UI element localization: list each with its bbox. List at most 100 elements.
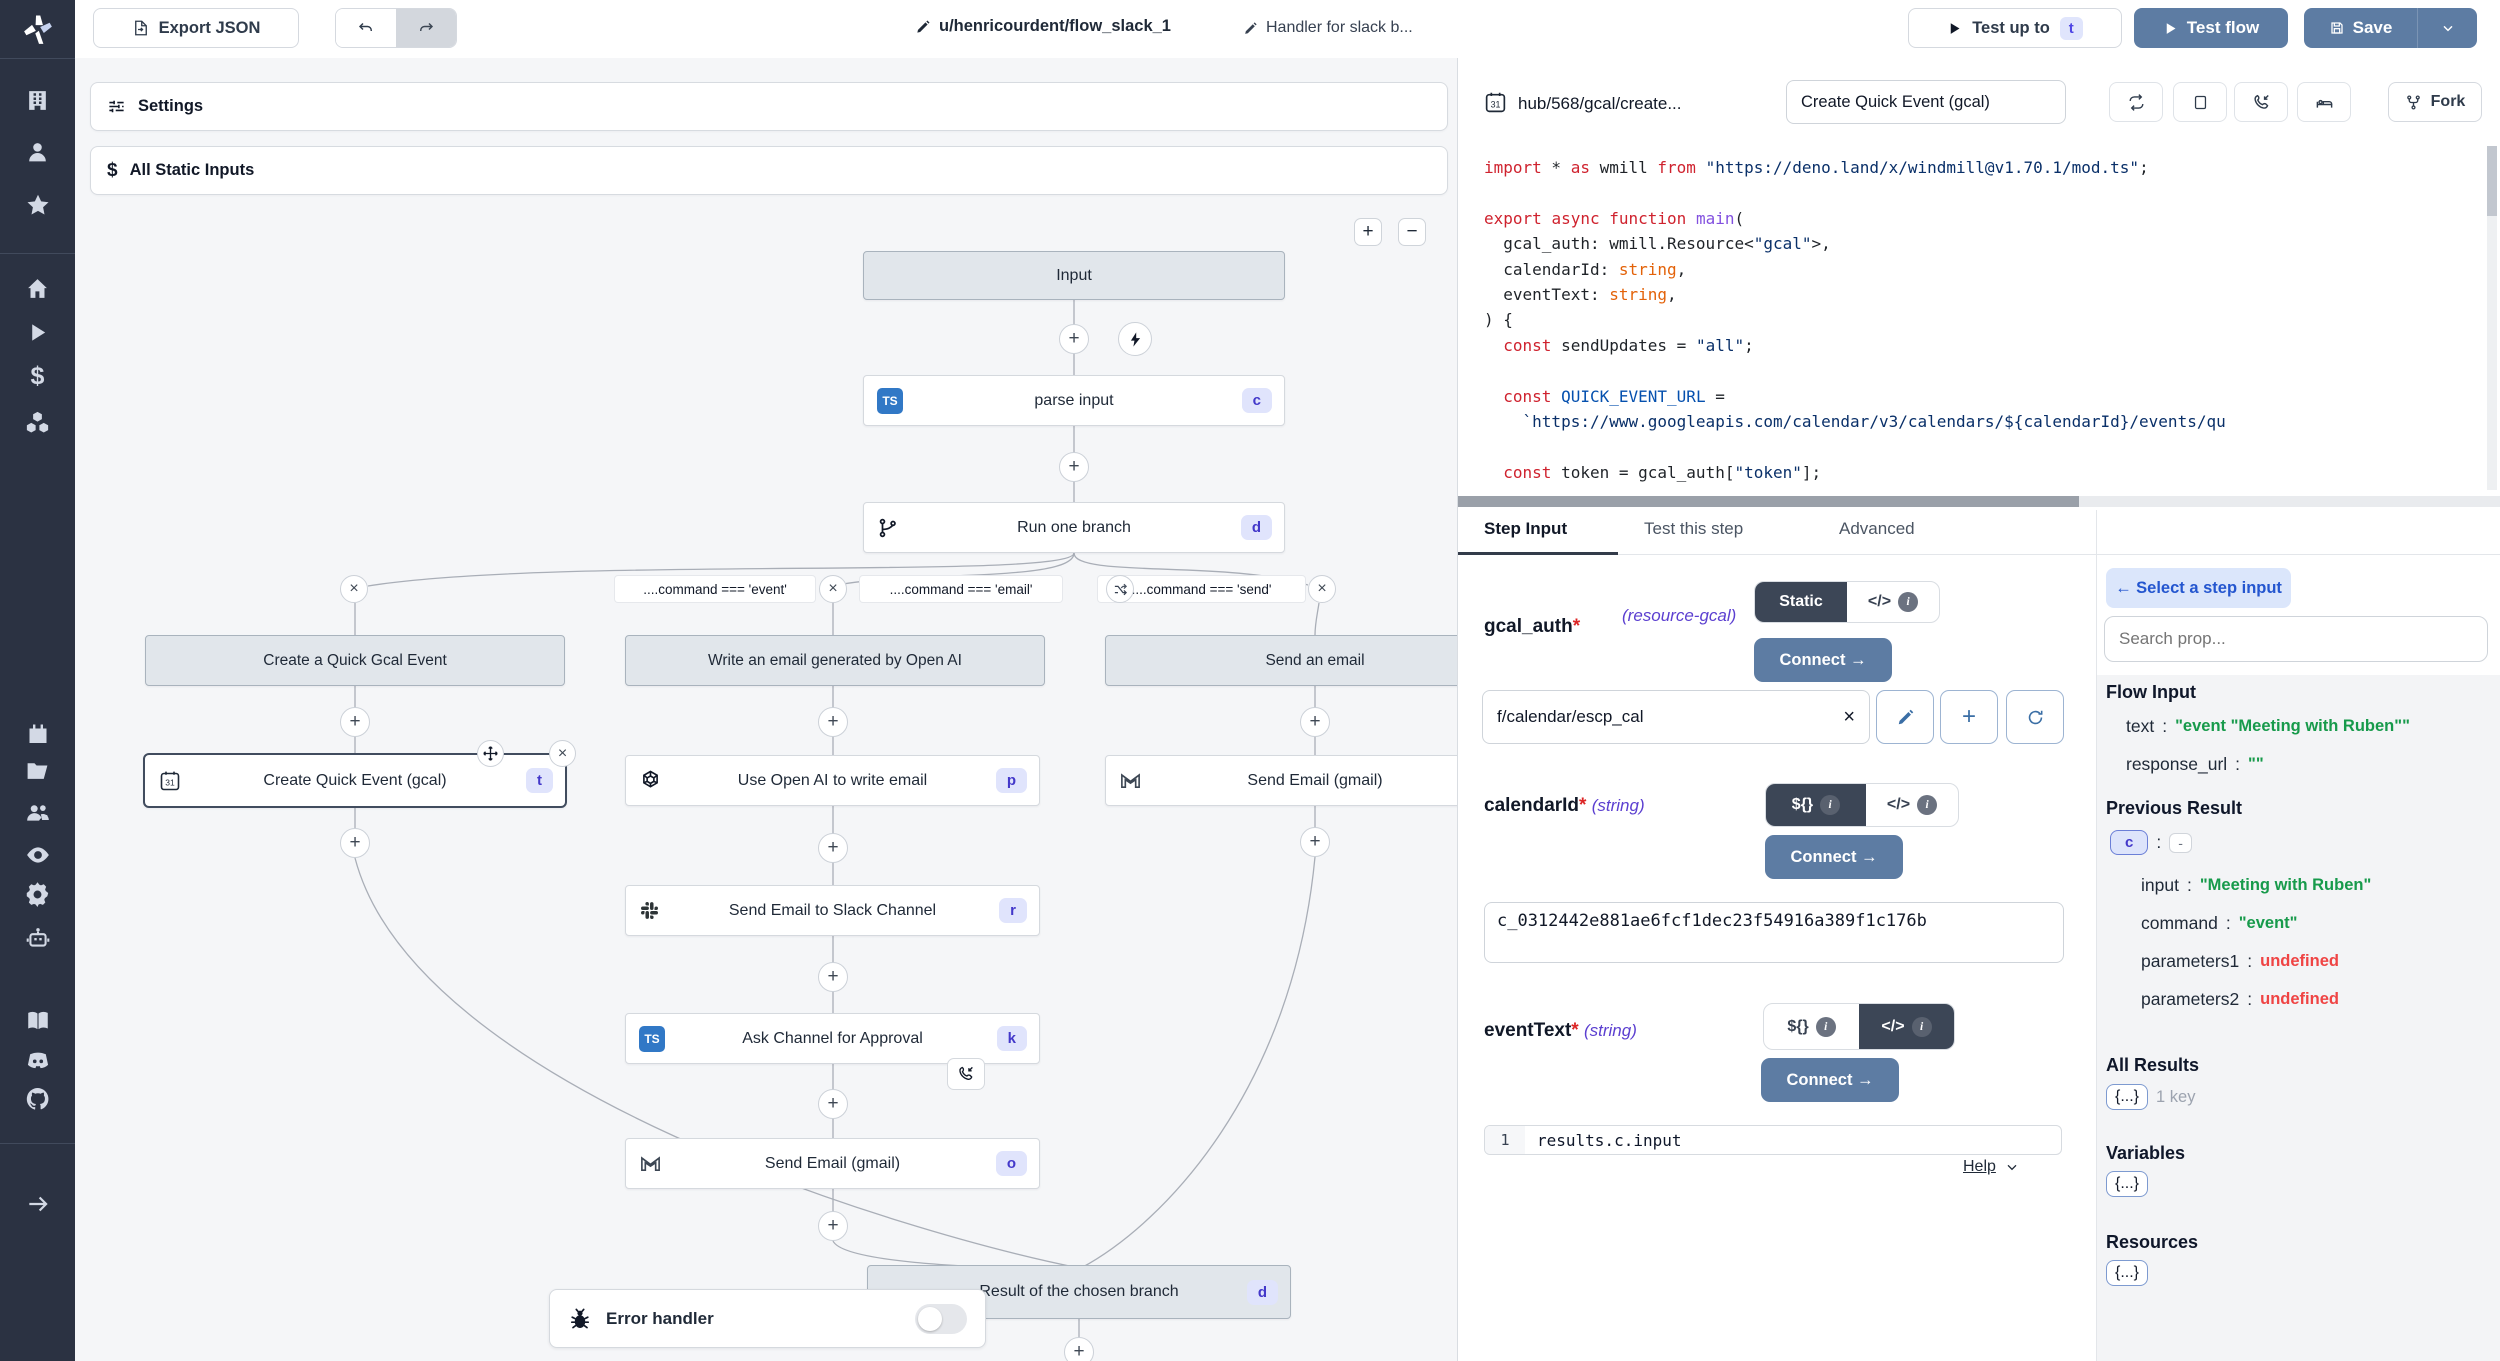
undo-button[interactable] (336, 9, 396, 47)
static-mode-segment[interactable]: Static (1755, 582, 1847, 622)
export-json-button[interactable]: Export JSON (93, 8, 299, 48)
gcal-auth-mode-toggle[interactable]: Static </>i (1754, 581, 1940, 623)
sidebar-item-github[interactable] (24, 1085, 51, 1112)
code-editor[interactable]: import * as wmill from "https://deno.lan… (1484, 155, 2474, 485)
add-step-button[interactable]: + (818, 1089, 848, 1119)
edit-resource-button[interactable] (1876, 690, 1934, 744)
event-text-expression-editor[interactable]: 1 results.c.input (1484, 1125, 2062, 1155)
info-icon[interactable]: i (1816, 1017, 1836, 1037)
clear-resource-icon[interactable]: × (1843, 706, 1855, 729)
branch-header[interactable]: Write an email generated by Open AI (625, 635, 1045, 686)
sidebar-item-resources[interactable] (24, 409, 51, 436)
add-step-button[interactable]: + (340, 707, 370, 737)
step-id-badge[interactable]: c (2110, 830, 2148, 855)
add-step-button[interactable]: + (1059, 452, 1089, 482)
send-slack-node[interactable]: Send Email to Slack Channel r (625, 885, 1040, 936)
flow-settings-bar[interactable]: Settings (90, 82, 1448, 131)
sidebar-item-workers[interactable] (24, 924, 51, 951)
select-step-input-button[interactable]: ← Select a step input (2106, 568, 2291, 608)
test-up-to-button[interactable]: Test up to t (1908, 8, 2122, 48)
flow-summary[interactable]: Handler for slack b... (1243, 19, 1413, 37)
refresh-resource-button[interactable] (2006, 690, 2064, 744)
code-vscrollbar-thumb[interactable] (2487, 146, 2497, 216)
object-badge[interactable]: {...} (2106, 1084, 2148, 1110)
resources-row[interactable]: {...} (2106, 1260, 2148, 1286)
redo-button[interactable] (396, 9, 456, 47)
delete-branch-button[interactable]: × (819, 575, 847, 603)
flow-path[interactable]: u/henricourdent/flow_slack_1 (915, 17, 1171, 36)
swap-branch-button[interactable] (1106, 575, 1134, 603)
sidebar-item-workspace[interactable] (24, 87, 51, 114)
add-step-button[interactable]: + (1059, 324, 1089, 354)
tab-step-input[interactable]: Step Input (1484, 519, 1567, 539)
variables-row[interactable]: {...} (2106, 1171, 2148, 1197)
event-text-connect-button[interactable]: Connect → (1761, 1058, 1899, 1102)
object-badge[interactable]: {...} (2106, 1171, 2148, 1197)
info-icon[interactable]: i (1898, 592, 1918, 612)
add-step-button[interactable]: + (818, 962, 848, 992)
flow-canvas[interactable]: Settings $ All Static Inputs + − Input +… (75, 58, 1457, 1361)
test-flow-button[interactable]: Test flow (2134, 8, 2288, 48)
send-gmail-node[interactable]: Send Email (gmail) o (625, 1138, 1040, 1189)
suspend-approval-button[interactable] (2234, 82, 2288, 122)
save-dropdown-button[interactable] (2418, 8, 2477, 48)
sidebar-collapse-icon[interactable] (24, 1190, 51, 1217)
error-handler-toggle[interactable] (915, 1304, 967, 1334)
suspend-indicator-button[interactable] (947, 1058, 985, 1090)
info-icon[interactable]: i (1912, 1017, 1932, 1037)
javascript-mode-segment[interactable]: </>i (1866, 784, 1958, 826)
calendar-id-mode-toggle[interactable]: ${}i </>i (1765, 783, 1959, 827)
branch-header[interactable]: Create a Quick Gcal Event (145, 635, 565, 686)
sidebar-item-groups[interactable] (24, 799, 51, 826)
gcal-auth-connect-button[interactable]: Connect → (1754, 638, 1892, 682)
sidebar-item-runs[interactable] (24, 319, 51, 346)
sidebar-item-docs[interactable] (24, 1007, 51, 1034)
prop-row[interactable]: command:"event" (2141, 913, 2297, 934)
prop-row[interactable]: input:"Meeting with Ruben" (2141, 875, 2371, 896)
add-step-button[interactable]: + (1300, 827, 1330, 857)
sidebar-item-discord[interactable] (24, 1047, 51, 1074)
add-step-button[interactable]: + (818, 833, 848, 863)
early-stop-button[interactable] (2173, 82, 2227, 122)
delete-branch-button[interactable]: × (340, 575, 368, 603)
info-icon[interactable]: i (1917, 795, 1937, 815)
sidebar-item-folders[interactable] (24, 757, 51, 784)
info-icon[interactable]: i (1820, 795, 1840, 815)
sidebar-item-favorites[interactable] (24, 191, 51, 218)
trigger-button[interactable] (1118, 322, 1152, 356)
branch-header[interactable]: Send an email (1105, 635, 1457, 686)
add-step-button[interactable]: + (818, 707, 848, 737)
add-step-button[interactable]: + (1300, 707, 1330, 737)
prop-row[interactable]: c : - (2110, 830, 2192, 855)
template-mode-segment[interactable]: ${}i (1764, 1004, 1859, 1049)
send-gmail-right-node[interactable]: Send Email (gmail) (1105, 755, 1457, 806)
prop-row[interactable]: parameters2:undefined (2141, 989, 2339, 1010)
sidebar-item-settings[interactable] (24, 881, 51, 908)
javascript-mode-segment[interactable]: </>i (1847, 582, 1939, 622)
windmill-logo[interactable] (0, 0, 75, 58)
sidebar-item-user[interactable] (24, 139, 51, 166)
collapse-button[interactable]: - (2169, 833, 2192, 853)
calendar-id-input[interactable]: c_0312442e881ae6fcf1dec23f54916a389f1c17… (1484, 902, 2064, 963)
step-summary-input[interactable] (1786, 80, 2066, 124)
template-mode-segment[interactable]: ${}i (1766, 784, 1866, 826)
parse-input-node[interactable]: TS parse input c (863, 375, 1285, 426)
input-node[interactable]: Input (863, 251, 1285, 300)
sidebar-item-variables[interactable]: $ (24, 363, 51, 390)
ask-approval-node[interactable]: TS Ask Channel for Approval k (625, 1013, 1040, 1064)
add-step-button[interactable]: + (1064, 1337, 1094, 1361)
code-hscrollbar-thumb[interactable] (1458, 496, 2079, 507)
prop-row[interactable]: parameters1:undefined (2141, 951, 2339, 972)
save-button[interactable]: Save (2304, 8, 2417, 48)
add-step-button[interactable]: + (340, 828, 370, 858)
event-text-mode-toggle[interactable]: ${}i </>i (1763, 1003, 1955, 1050)
use-openai-node[interactable]: Use Open AI to write email p (625, 755, 1040, 806)
branch-condition[interactable]: ....command === 'event' (615, 576, 815, 602)
search-prop-input[interactable] (2104, 616, 2488, 662)
add-resource-button[interactable]: + (1940, 690, 1998, 744)
sidebar-item-schedules[interactable] (24, 720, 51, 747)
all-results-row[interactable]: {...} 1 key (2106, 1084, 2195, 1110)
move-step-button[interactable] (477, 740, 504, 767)
branch-condition[interactable]: ....command === 'email' (860, 576, 1062, 602)
static-inputs-bar[interactable]: $ All Static Inputs (90, 146, 1448, 195)
